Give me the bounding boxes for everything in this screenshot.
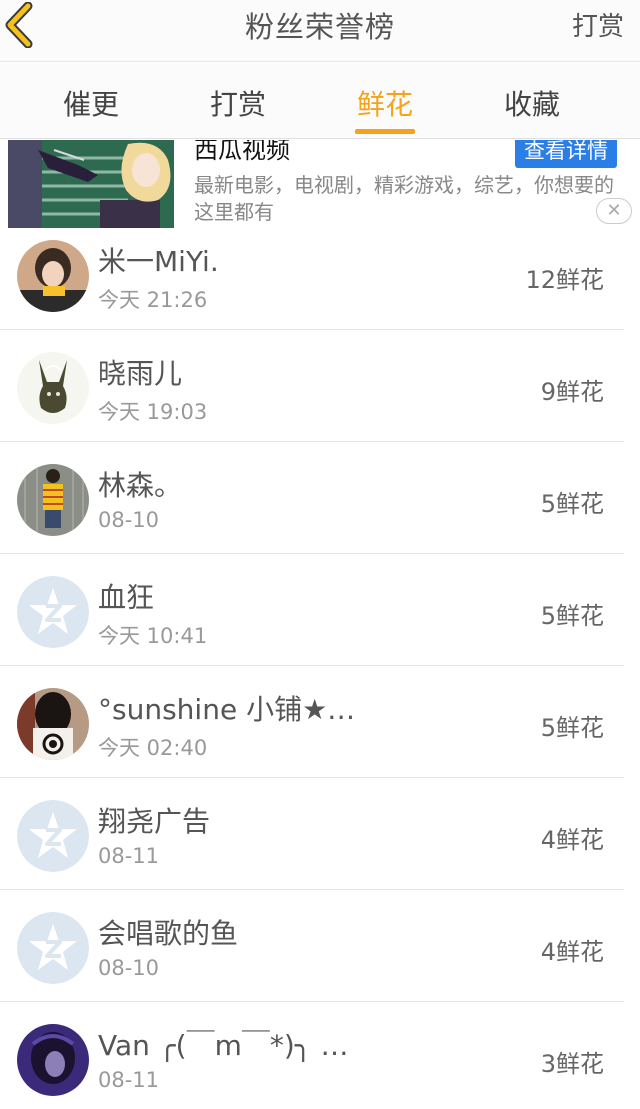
ad-banner[interactable]: 西瓜视频 查看详情 最新电影，电视剧，精彩游戏，综艺，你想要的这里都有 xyxy=(0,140,640,230)
flower-count: 4鲜花 xyxy=(540,938,604,966)
fan-name: 米一MiYi. xyxy=(98,245,219,278)
tab-flowers[interactable]: 鲜花 xyxy=(325,83,445,123)
fan-time: 今天 21:26 xyxy=(98,288,208,312)
list-item[interactable]: 晓雨儿 今天 19:03 9鲜花 xyxy=(0,330,640,442)
flower-count: 12鲜花 xyxy=(525,266,604,294)
avatar[interactable] xyxy=(17,1024,89,1096)
chevron-left-icon xyxy=(5,2,33,48)
list-item[interactable]: 会唱歌的鱼 08-10 4鲜花 xyxy=(0,890,640,1002)
tab-urge-update[interactable]: 催更 xyxy=(31,83,151,123)
fan-time: 08-11 xyxy=(98,844,160,868)
flower-count: 4鲜花 xyxy=(540,826,604,854)
flower-count: 9鲜花 xyxy=(540,378,604,406)
list-item[interactable]: 翔尧广告 08-11 4鲜花 xyxy=(0,778,640,890)
avatar[interactable] xyxy=(17,352,89,424)
default-avatar-icon[interactable] xyxy=(17,912,89,984)
active-tab-indicator xyxy=(355,129,415,134)
list-item[interactable]: Van ╭(￣m￣*)╮ … 08-11 3鲜花 xyxy=(0,1002,640,1109)
flower-count: 5鲜花 xyxy=(540,602,604,630)
list-item[interactable]: 血狂 今天 10:41 5鲜花 xyxy=(0,554,640,666)
list-item[interactable]: 林森。 08-10 5鲜花 xyxy=(0,442,640,554)
fan-time: 08-11 xyxy=(98,1068,160,1092)
list-item[interactable]: 米一MiYi. 今天 21:26 12鲜花 xyxy=(0,218,640,330)
tab-favorites[interactable]: 收藏 xyxy=(472,83,592,123)
fan-name: 林森。 xyxy=(98,469,183,502)
fan-name: 翔尧广告 xyxy=(98,805,211,838)
fan-time: 今天 19:03 xyxy=(98,400,208,424)
flower-count: 5鲜花 xyxy=(540,714,604,742)
tab-tip[interactable]: 打赏 xyxy=(178,83,298,123)
flower-count: 5鲜花 xyxy=(540,490,604,518)
ad-details-button[interactable]: 查看详情 xyxy=(515,140,617,168)
tab-bar: 催更 打赏 鲜花 收藏 xyxy=(0,63,640,139)
default-avatar-icon[interactable] xyxy=(17,800,89,872)
ad-title: 西瓜视频 xyxy=(194,140,290,164)
fan-time: 今天 02:40 xyxy=(98,736,208,760)
ad-close-icon[interactable]: ✕ xyxy=(596,198,632,224)
avatar[interactable] xyxy=(17,688,89,760)
fan-name: 血狂 xyxy=(98,581,155,614)
avatar[interactable] xyxy=(17,464,89,536)
page-title: 粉丝荣誉榜 xyxy=(244,10,395,44)
fan-time: 08-10 xyxy=(98,508,160,532)
list-item[interactable]: °sunshine 小铺★… 今天 02:40 5鲜花 xyxy=(0,666,640,778)
top-bar: 粉丝荣誉榜 打赏 xyxy=(0,0,640,62)
fan-name: 会唱歌的鱼 xyxy=(98,917,239,950)
default-avatar-icon[interactable] xyxy=(17,576,89,648)
avatar[interactable] xyxy=(17,240,89,312)
tip-button[interactable]: 打赏 xyxy=(572,6,624,43)
ad-image[interactable] xyxy=(8,140,174,228)
fan-time: 今天 10:41 xyxy=(98,624,208,648)
fan-time: 08-10 xyxy=(98,956,160,980)
back-button[interactable] xyxy=(0,0,44,50)
fan-name: °sunshine 小铺★… xyxy=(98,693,356,726)
fan-name: Van ╭(￣m￣*)╮ … xyxy=(98,1029,349,1062)
flower-count: 3鲜花 xyxy=(540,1050,604,1078)
fan-name: 晓雨儿 xyxy=(98,357,183,390)
